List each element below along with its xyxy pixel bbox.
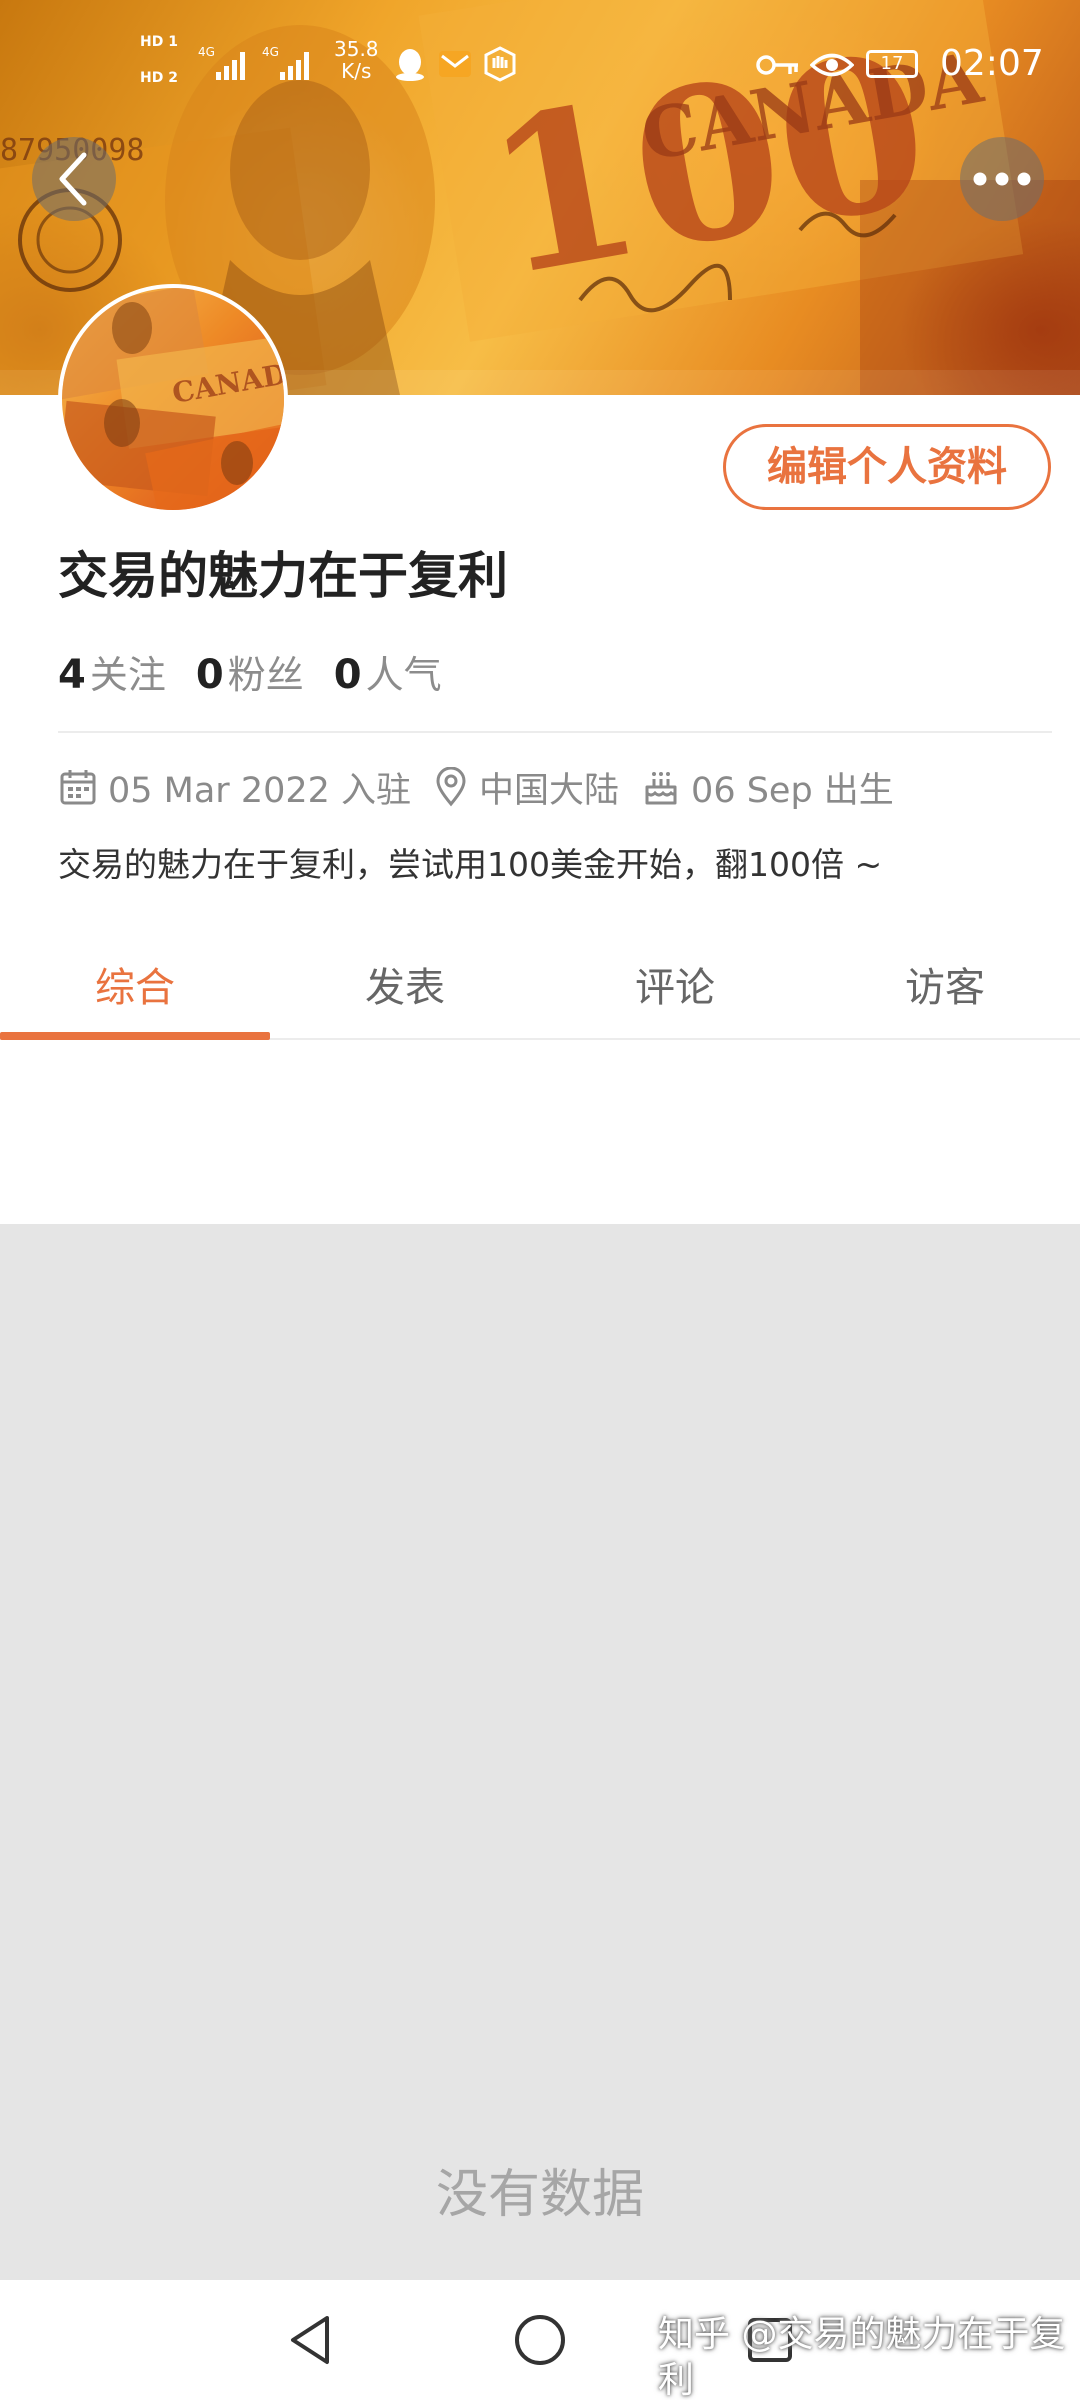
content-header-area — [0, 1042, 1080, 1224]
stat-popularity-count: 0 — [333, 652, 362, 698]
nav-back-button[interactable] — [280, 2310, 340, 2370]
meta-location-text: 中国大陆 — [479, 770, 620, 811]
stat-followers-count: 0 — [195, 652, 224, 698]
profile-meta: 05 Mar 2022 入驻 中国大陆 06 Sep 出生 — [58, 762, 916, 812]
cake-icon — [645, 772, 677, 805]
meta-location: 中国大陆 — [433, 762, 619, 813]
empty-state-area — [0, 1224, 1080, 2280]
meta-birthday-text: 06 Sep 出生 — [691, 770, 894, 811]
avatar-image: CANADA — [62, 288, 284, 510]
more-horizontal-icon — [973, 172, 1031, 186]
meta-birthday: 06 Sep 出生 — [641, 762, 894, 813]
meta-joined-text: 05 Mar 2022 入驻 — [108, 770, 412, 811]
stat-following-count: 4 — [58, 652, 86, 698]
calendar-icon — [60, 770, 96, 805]
svg-text:4G: 4G — [262, 45, 279, 59]
stat-following-label: 关注 — [89, 653, 166, 697]
empty-state-text: 没有数据 — [435, 2165, 644, 2225]
network-speed: 35.8 K/s — [334, 38, 379, 82]
tab-overview[interactable]: 综合 — [0, 930, 270, 1040]
profile-divider — [58, 731, 1052, 733]
stat-following[interactable]: 4 关注 — [58, 644, 166, 699]
tab-posts[interactable]: 发表 — [270, 930, 540, 1038]
avatar[interactable]: CANADA — [58, 284, 288, 514]
nav-home-button[interactable] — [510, 2310, 570, 2370]
mail-icon — [439, 51, 471, 77]
tab-visitors[interactable]: 访客 — [810, 930, 1080, 1038]
stat-followers[interactable]: 0 粉丝 — [196, 644, 304, 699]
status-bar: HD 1 HD 2 4G 4G 35.8 K/s 17 02:07 — [0, 0, 1080, 130]
back-button[interactable] — [32, 137, 116, 221]
watermark: 知乎 @交易的魅力在于复利 — [658, 2314, 1066, 2400]
speed-value: 35.8 — [334, 37, 379, 61]
svg-text:4G: 4G — [198, 45, 215, 59]
sim2-indicator: HD 2 — [140, 70, 178, 86]
circle-home-icon — [515, 2315, 565, 2365]
chevron-left-icon — [59, 152, 87, 206]
more-options-button[interactable] — [960, 137, 1044, 221]
username: 交易的魅力在于复利 — [58, 547, 508, 605]
battery-indicator: 17 — [866, 50, 918, 78]
vpn-key-icon — [756, 55, 798, 75]
status-time: 02:07 — [940, 43, 1044, 84]
triangle-back-icon — [291, 2316, 329, 2364]
eye-comfort-icon — [810, 53, 854, 77]
profile-tabs: 综合 发表 评论 访客 — [0, 930, 1080, 1040]
edit-profile-button[interactable]: 编辑个人资料 — [723, 424, 1051, 510]
stat-followers-label: 粉丝 — [227, 653, 304, 697]
stat-popularity-label: 人气 — [365, 653, 442, 697]
sim1-indicator: HD 1 — [140, 34, 178, 50]
stat-popularity[interactable]: 0 人气 — [334, 644, 442, 699]
meta-joined: 05 Mar 2022 入驻 — [58, 762, 411, 813]
profile-bio: 交易的魅力在于复利，尝试用100美金开始，翻100倍 ~ — [58, 845, 883, 884]
app-notification-icon — [484, 46, 516, 82]
location-pin-icon — [436, 767, 466, 807]
speed-unit: K/s — [341, 59, 372, 83]
signal-bars-icon: 4G 4G — [198, 45, 309, 80]
tab-comments[interactable]: 评论 — [540, 930, 810, 1038]
qq-icon — [396, 49, 424, 81]
profile-stats: 4 关注 0 粉丝 0 人气 — [58, 644, 472, 704]
